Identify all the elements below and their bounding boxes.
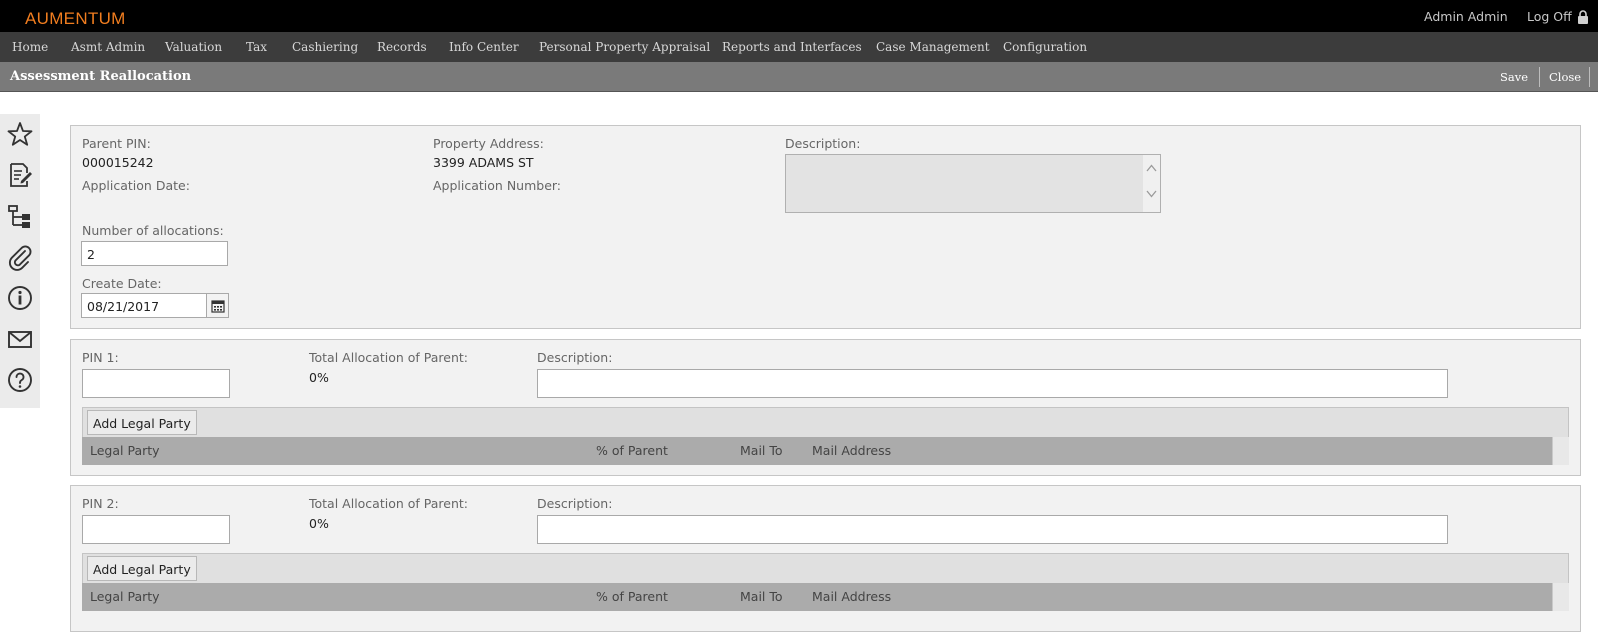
info-icon[interactable] bbox=[6, 284, 34, 312]
application-number-label: Application Number: bbox=[433, 178, 562, 193]
add-legal-party-button[interactable]: Add Legal Party bbox=[87, 556, 197, 581]
toolbar-divider bbox=[1539, 67, 1540, 87]
menu-valuation[interactable]: Valuation bbox=[165, 40, 222, 54]
create-date-label: Create Date: bbox=[82, 276, 162, 291]
toolbar-divider bbox=[1589, 67, 1590, 87]
total-allocation-value: 0% bbox=[309, 516, 329, 531]
table-scrollbar[interactable] bbox=[1552, 437, 1569, 465]
allocation-panel: PIN 2: Total Allocation of Parent: 0% De… bbox=[70, 485, 1581, 632]
pin-input[interactable] bbox=[82, 369, 230, 398]
column-mail-to[interactable]: Mail To bbox=[740, 443, 783, 458]
column-legal-party[interactable]: Legal Party bbox=[90, 589, 160, 604]
pin-label: PIN 2: bbox=[82, 496, 119, 511]
scroll-up-icon[interactable] bbox=[1146, 164, 1157, 172]
user-name-link[interactable]: Admin Admin bbox=[1424, 9, 1508, 24]
total-allocation-label: Total Allocation of Parent: bbox=[309, 350, 469, 365]
hierarchy-icon[interactable] bbox=[6, 202, 34, 230]
column-mail-address[interactable]: Mail Address bbox=[812, 589, 891, 604]
menu-asmt-admin[interactable]: Asmt Admin bbox=[71, 40, 145, 54]
page-title: Assessment Reallocation bbox=[10, 69, 192, 84]
menu-personal-property-appraisal[interactable]: Personal Property Appraisal bbox=[539, 40, 710, 54]
legal-party-table-header: Legal Party % of Parent Mail To Mail Add… bbox=[82, 437, 1569, 465]
lock-icon[interactable] bbox=[1577, 10, 1589, 24]
description-label: Description: bbox=[537, 496, 613, 511]
textarea-scrollbar[interactable] bbox=[1143, 155, 1160, 212]
menu-case-management[interactable]: Case Management bbox=[876, 40, 990, 54]
star-icon[interactable] bbox=[6, 120, 34, 148]
legal-party-table-header: Legal Party % of Parent Mail To Mail Add… bbox=[82, 583, 1569, 611]
application-date-label: Application Date: bbox=[82, 178, 190, 193]
side-toolbar bbox=[0, 114, 40, 408]
close-button[interactable]: Close bbox=[1549, 70, 1581, 84]
parent-pin-value: 000015242 bbox=[82, 155, 154, 170]
paperclip-icon[interactable] bbox=[6, 243, 34, 271]
calendar-button[interactable] bbox=[206, 293, 229, 318]
total-allocation-value: 0% bbox=[309, 370, 329, 385]
menu-home[interactable]: Home bbox=[12, 40, 48, 54]
description-input[interactable] bbox=[537, 515, 1448, 544]
menu-info-center[interactable]: Info Center bbox=[449, 40, 519, 54]
description-input[interactable] bbox=[537, 369, 1448, 398]
legal-party-toolbar: Add Legal Party bbox=[82, 553, 1569, 584]
menu-cashiering[interactable]: Cashiering bbox=[292, 40, 358, 54]
main-menu: Home Asmt Admin Valuation Tax Cashiering… bbox=[0, 32, 1598, 62]
parent-info-panel: Parent PIN: 000015242 Application Date: … bbox=[70, 125, 1581, 329]
menu-records[interactable]: Records bbox=[377, 40, 427, 54]
column-mail-to[interactable]: Mail To bbox=[740, 589, 783, 604]
page-title-bar: Assessment Reallocation Save Close bbox=[0, 62, 1598, 92]
parent-description-textarea[interactable] bbox=[785, 154, 1161, 213]
scroll-down-icon[interactable] bbox=[1146, 190, 1157, 198]
number-of-allocations-label: Number of allocations: bbox=[82, 223, 224, 238]
help-icon[interactable] bbox=[6, 366, 34, 394]
menu-tax[interactable]: Tax bbox=[246, 40, 267, 54]
menu-configuration[interactable]: Configuration bbox=[1003, 40, 1087, 54]
total-allocation-label: Total Allocation of Parent: bbox=[309, 496, 469, 511]
add-legal-party-button[interactable]: Add Legal Party bbox=[87, 410, 197, 435]
app-logo: AUMENTUM bbox=[25, 9, 126, 28]
column-mail-address[interactable]: Mail Address bbox=[812, 443, 891, 458]
menu-reports-and-interfaces[interactable]: Reports and Interfaces bbox=[722, 40, 862, 54]
create-date-input[interactable]: 08/21/2017 bbox=[81, 293, 207, 318]
column-legal-party[interactable]: Legal Party bbox=[90, 443, 160, 458]
mail-icon[interactable] bbox=[6, 325, 34, 353]
pin-label: PIN 1: bbox=[82, 350, 119, 365]
log-off-link[interactable]: Log Off bbox=[1527, 9, 1572, 24]
column-percent-of-parent[interactable]: % of Parent bbox=[596, 589, 668, 604]
parent-pin-label: Parent PIN: bbox=[82, 136, 151, 151]
property-address-value: 3399 ADAMS ST bbox=[433, 155, 534, 170]
description-label: Description: bbox=[537, 350, 613, 365]
column-percent-of-parent[interactable]: % of Parent bbox=[596, 443, 668, 458]
property-address-label: Property Address: bbox=[433, 136, 544, 151]
calendar-icon bbox=[211, 300, 225, 313]
top-bar: AUMENTUM Admin Admin Log Off bbox=[0, 0, 1598, 32]
save-button[interactable]: Save bbox=[1500, 70, 1528, 84]
edit-note-icon[interactable] bbox=[6, 161, 34, 189]
description-label: Description: bbox=[785, 136, 861, 151]
number-of-allocations-input[interactable]: 2 bbox=[81, 241, 228, 266]
legal-party-toolbar: Add Legal Party bbox=[82, 407, 1569, 438]
pin-input[interactable] bbox=[82, 515, 230, 544]
table-scrollbar[interactable] bbox=[1552, 583, 1569, 611]
allocation-panel: PIN 1: Total Allocation of Parent: 0% De… bbox=[70, 339, 1581, 476]
